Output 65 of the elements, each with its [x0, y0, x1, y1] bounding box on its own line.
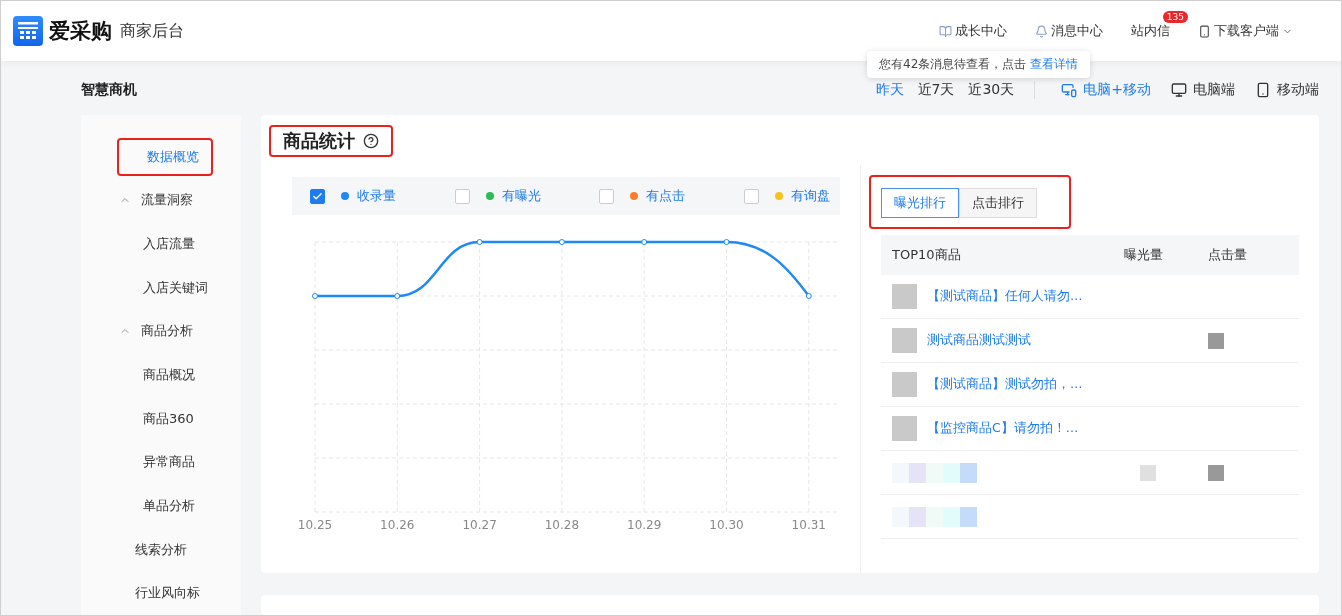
axis-label: 10.25 — [297, 518, 333, 532]
devices-icon — [1061, 82, 1078, 98]
product-link[interactable]: 【监控商品C】请勿拍！… — [927, 420, 1079, 437]
date-range-option[interactable]: 昨天 — [875, 81, 904, 99]
sidebar-item[interactable]: 数据概览 — [147, 147, 199, 166]
logo-icon — [13, 16, 43, 46]
legend-label: 有曝光 — [501, 187, 541, 205]
checkbox[interactable] — [454, 188, 470, 204]
sidebar-item[interactable]: 入店关键词 — [143, 278, 208, 297]
device-option[interactable]: 电脑端 — [1193, 81, 1235, 99]
product-link[interactable]: 测试商品测试测试 — [927, 332, 1031, 349]
check-icon — [312, 190, 323, 202]
page-title: 智慧商机 — [81, 81, 137, 99]
column-header: TOP10商品 — [892, 246, 962, 264]
app-subtitle: 商家后台 — [120, 20, 184, 42]
monitor-icon — [1171, 82, 1187, 98]
legend-label: 有询盘 — [790, 187, 830, 205]
axis-label: 10.29 — [627, 518, 662, 532]
checkbox[interactable] — [599, 188, 615, 204]
axis-label: 10.26 — [380, 518, 415, 532]
date-range-option[interactable]: 近30天 — [968, 81, 1015, 99]
axis-label: 10.28 — [544, 518, 580, 532]
phone-icon — [1255, 82, 1271, 98]
photo-placeholder — [892, 328, 917, 353]
photo-placeholder — [892, 284, 917, 309]
legend-label: 收录量 — [357, 187, 396, 205]
column-header: 曝光量 — [1124, 246, 1164, 264]
sidebar-item[interactable]: 流量洞察 — [141, 191, 193, 210]
phone-icon — [1198, 24, 1211, 38]
count-badge: 135 — [1162, 11, 1188, 23]
checkbox[interactable] — [310, 188, 325, 204]
sidebar-item[interactable]: 行业风向标 — [135, 584, 200, 603]
sidebar-item[interactable]: 商品分析 — [141, 322, 193, 341]
nav-link[interactable]: 站内信 — [1131, 22, 1170, 40]
sidebar-item[interactable]: 线索分析 — [135, 540, 187, 559]
product-link[interactable]: 【测试商品】测试勿拍，… — [927, 376, 1083, 393]
details-link[interactable]: 查看详情 — [1030, 57, 1079, 71]
tooltip-text: 您有42条消息待查看，点击 — [879, 57, 1027, 71]
sidebar-item[interactable]: 单品分析 — [143, 496, 195, 515]
axis-label: 10.30 — [709, 518, 744, 532]
book-icon — [939, 24, 952, 38]
help-icon[interactable] — [363, 133, 379, 149]
sidebar-item[interactable]: 商品360 — [143, 409, 194, 428]
nav-link[interactable]: 成长中心 — [955, 22, 1007, 40]
device-option[interactable]: 移动端 — [1277, 81, 1319, 99]
rank-tab[interactable]: 曝光排行 — [881, 188, 959, 218]
column-header: 点击量 — [1208, 246, 1248, 264]
nav-link[interactable]: 消息中心 — [1051, 22, 1103, 40]
rank-tab[interactable]: 点击排行 — [959, 188, 1037, 218]
device-option[interactable]: 电脑+移动 — [1083, 81, 1151, 99]
sidebar-item[interactable]: 异常商品 — [143, 453, 195, 472]
axis-label: 10.31 — [791, 518, 826, 532]
checkbox[interactable] — [743, 188, 759, 204]
axis-label: 10.27 — [462, 518, 497, 532]
sidebar-item[interactable]: 入店流量 — [143, 235, 195, 254]
nav-link[interactable]: 下载客户端 — [1214, 22, 1279, 40]
section-title: 商品统计 — [283, 129, 355, 153]
legend-label: 有点击 — [646, 187, 686, 205]
photo-placeholder — [892, 372, 917, 397]
product-link[interactable]: 【测试商品】任何人请勿… — [927, 288, 1083, 305]
bell-icon — [1035, 24, 1048, 38]
photo-placeholder — [892, 416, 917, 441]
date-range-option[interactable]: 近7天 — [917, 81, 955, 99]
sidebar-item[interactable]: 商品概况 — [143, 366, 195, 384]
logo-text: 爱采购 — [49, 18, 112, 45]
